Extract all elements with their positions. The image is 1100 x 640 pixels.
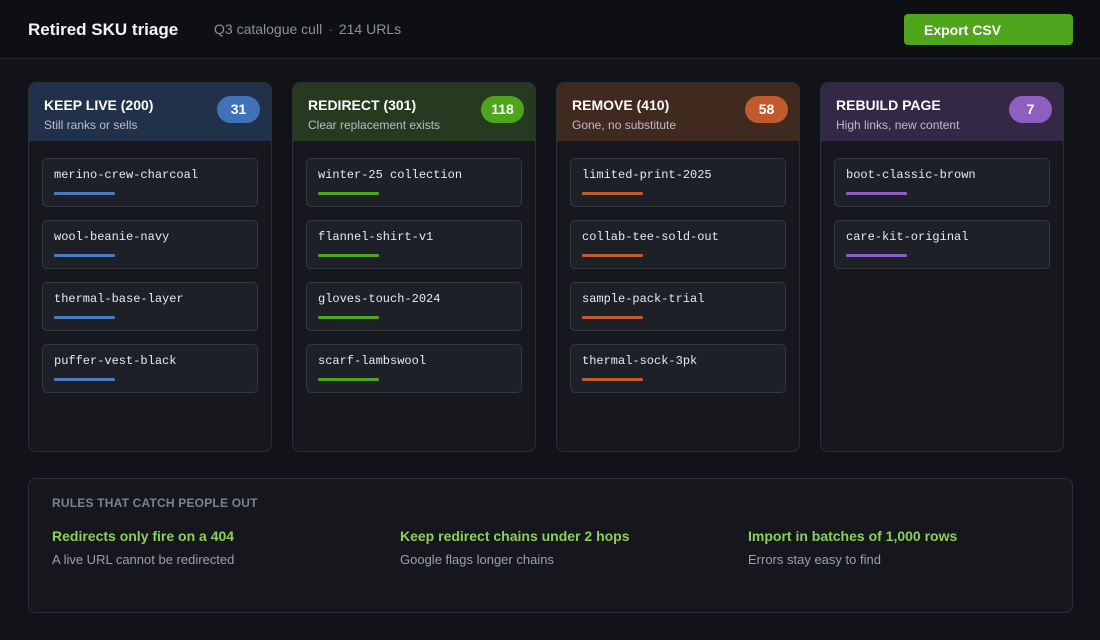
- status-color-bar: [318, 378, 379, 381]
- page-subtitle: Q3 catalogue cull · 214 URLs: [214, 21, 401, 37]
- rule-description: Errors stay easy to find: [748, 552, 881, 567]
- sku-card[interactable]: sample-pack-trial: [570, 282, 786, 331]
- rule-title: Redirects only fire on a 404: [52, 528, 235, 544]
- top-bar: Retired SKU triage Q3 catalogue cull · 214…: [0, 0, 1100, 59]
- status-color-bar: [846, 254, 907, 257]
- sku-card[interactable]: boot-classic-brown: [834, 158, 1050, 207]
- column-header: REMOVE (410) Gone, no substitute 58: [557, 83, 799, 141]
- sku-card[interactable]: gloves-touch-2024: [306, 282, 522, 331]
- sku-card[interactable]: scarf-lambswool: [306, 344, 522, 393]
- card-list: limited-print-2025 collab-tee-sold-out s…: [557, 141, 799, 393]
- sku-slug: gloves-touch-2024: [318, 292, 441, 306]
- rules-panel: RULES THAT CATCH PEOPLE OUT Redirects on…: [28, 478, 1073, 613]
- sku-slug: care-kit-original: [846, 230, 969, 244]
- column-count-badge: 7: [1009, 96, 1052, 123]
- rule-item: Keep redirect chains under 2 hops Google…: [400, 528, 720, 567]
- sku-card[interactable]: flannel-shirt-v1: [306, 220, 522, 269]
- rule-title: Import in batches of 1,000 rows: [748, 528, 958, 544]
- sku-card[interactable]: merino-crew-charcoal: [42, 158, 258, 207]
- status-color-bar: [54, 378, 115, 381]
- sku-card[interactable]: winter-25 collection: [306, 158, 522, 207]
- triage-board: KEEP LIVE (200) Still ranks or sells 31 …: [28, 82, 1064, 452]
- sku-card[interactable]: wool-beanie-navy: [42, 220, 258, 269]
- sku-slug: collab-tee-sold-out: [582, 230, 719, 244]
- status-color-bar: [582, 378, 643, 381]
- sku-card[interactable]: collab-tee-sold-out: [570, 220, 786, 269]
- column-header: REBUILD PAGE High links, new content 7: [821, 83, 1063, 141]
- status-color-bar: [582, 254, 643, 257]
- sku-card[interactable]: puffer-vest-black: [42, 344, 258, 393]
- sku-card[interactable]: thermal-base-layer: [42, 282, 258, 331]
- rule-item: Redirects only fire on a 404 A live URL …: [52, 528, 372, 567]
- sku-card[interactable]: limited-print-2025: [570, 158, 786, 207]
- status-color-bar: [318, 254, 379, 257]
- sku-slug: boot-classic-brown: [846, 168, 976, 182]
- status-color-bar: [846, 192, 907, 195]
- url-count: 214 URLs: [338, 21, 402, 37]
- column-remove: REMOVE (410) Gone, no substitute 58 limi…: [556, 82, 800, 452]
- status-color-bar: [54, 254, 115, 257]
- column-redirect: REDIRECT (301) Clear replacement exists …: [292, 82, 536, 452]
- column-count-badge: 31: [217, 96, 260, 123]
- separator-dot: ·: [328, 21, 333, 37]
- page-title: Retired SKU triage: [28, 20, 179, 39]
- column-keep-live: KEEP LIVE (200) Still ranks or sells 31 …: [28, 82, 272, 452]
- sku-card[interactable]: care-kit-original: [834, 220, 1050, 269]
- column-count-badge: 118: [481, 96, 524, 123]
- sku-slug: flannel-shirt-v1: [318, 230, 434, 244]
- column-header: REDIRECT (301) Clear replacement exists …: [293, 83, 535, 141]
- export-csv-button[interactable]: Export CSV: [904, 14, 1073, 45]
- status-color-bar: [582, 192, 643, 195]
- sku-slug: merino-crew-charcoal: [54, 168, 199, 182]
- rules-heading: RULES THAT CATCH PEOPLE OUT: [52, 496, 258, 510]
- sku-slug: wool-beanie-navy: [54, 230, 170, 244]
- column-rebuild-page: REBUILD PAGE High links, new content 7 b…: [820, 82, 1064, 452]
- status-color-bar: [582, 316, 643, 319]
- status-color-bar: [318, 192, 379, 195]
- rule-description: Google flags longer chains: [400, 552, 554, 567]
- sku-slug: puffer-vest-black: [54, 354, 177, 368]
- sku-slug: scarf-lambswool: [318, 354, 427, 368]
- sku-slug: sample-pack-trial: [582, 292, 705, 306]
- catalogue-name: Q3 catalogue cull: [214, 21, 323, 37]
- card-list: merino-crew-charcoal wool-beanie-navy th…: [29, 141, 271, 393]
- status-color-bar: [318, 316, 379, 319]
- sku-slug: limited-print-2025: [582, 168, 712, 182]
- rule-description: A live URL cannot be redirected: [52, 552, 235, 567]
- card-list: boot-classic-brown care-kit-original: [821, 141, 1063, 269]
- status-color-bar: [54, 192, 115, 195]
- rule-title: Keep redirect chains under 2 hops: [400, 528, 630, 544]
- card-list: winter-25 collection flannel-shirt-v1 gl…: [293, 141, 535, 393]
- sku-slug: thermal-sock-3pk: [582, 354, 698, 368]
- rule-item: Import in batches of 1,000 rows Errors s…: [748, 528, 1068, 567]
- column-count-badge: 58: [745, 96, 788, 123]
- sku-slug: winter-25 collection: [318, 168, 463, 182]
- sku-slug: thermal-base-layer: [54, 292, 184, 306]
- sku-card[interactable]: thermal-sock-3pk: [570, 344, 786, 393]
- column-header: KEEP LIVE (200) Still ranks or sells 31: [29, 83, 271, 141]
- status-color-bar: [54, 316, 115, 319]
